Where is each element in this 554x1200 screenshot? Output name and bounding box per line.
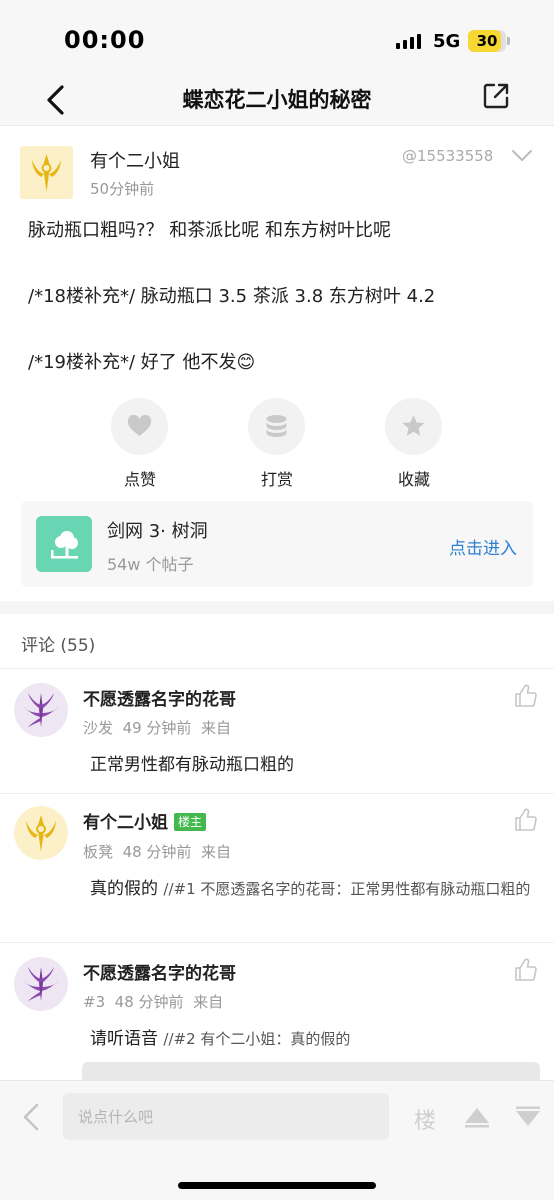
post-time: 50分钟前 [90, 180, 155, 198]
comment-meta: #3 48 分钟前 来自 [83, 991, 223, 1012]
post-text-line: /*19楼补充*/ 好了 他不发😊 [28, 352, 256, 373]
share-external-icon[interactable] [480, 80, 512, 112]
favorite-button[interactable]: 收藏 [385, 398, 443, 489]
bottom-bar: 说点什么吧 楼 [0, 1080, 554, 1200]
comments-count-title: 评论 (55) [21, 636, 96, 656]
back-chevron-icon[interactable] [18, 1101, 46, 1133]
comment-floor: #3 [83, 993, 106, 1011]
op-badge: 楼主 [174, 813, 207, 831]
comment-time: 49 分钟前 [122, 719, 192, 737]
commenter-avatar[interactable] [14, 957, 68, 1011]
section-divider [0, 601, 554, 614]
comment-meta: 沙发 49 分钟前 来自 [83, 717, 231, 738]
comment-text: 正常男性都有脉动瓶口粗的 [90, 755, 294, 775]
comment-meta: 板凳 48 分钟前 来自 [83, 841, 231, 862]
post-text-line: /*18楼补充*/ 脉动瓶口 3.5 茶派 3.8 东方树叶 4.2 [28, 286, 436, 307]
signal-icon [396, 33, 422, 49]
comment-input[interactable]: 说点什么吧 [63, 1093, 389, 1140]
comment-floor: 沙发 [83, 719, 114, 737]
chevron-down-icon[interactable] [510, 148, 534, 164]
tree-icon [36, 516, 92, 572]
commenter-name[interactable]: 不愿透露名字的花哥 [83, 959, 236, 984]
commenter-avatar[interactable] [14, 806, 68, 860]
comment-body: 真的假的 //#1 不愿透露名字的花哥：正常男性都有脉动瓶口粗的 [90, 874, 535, 904]
comment-time: 48 分钟前 [114, 993, 184, 1011]
thumbs-up-icon[interactable] [513, 957, 539, 983]
comment-text: 真的假的 [90, 879, 158, 899]
tip-label: 打赏 [260, 470, 293, 489]
like-label: 点赞 [123, 470, 156, 489]
commenter-name[interactable]: 有个二小姐 楼主 [83, 808, 207, 833]
triangle-up-icon[interactable] [462, 1105, 492, 1129]
network-label: 5G [433, 31, 461, 52]
home-indicator [178, 1182, 376, 1189]
tip-button[interactable]: 打赏 [248, 398, 306, 489]
favorite-label: 收藏 [397, 470, 430, 489]
like-button[interactable]: 点赞 [111, 398, 169, 489]
divider [0, 793, 554, 794]
comment-body: 请听语音 //#2 有个二小姐：真的假的 [90, 1024, 535, 1054]
coins-icon [266, 415, 287, 437]
status-bar: 00:00 5G 30 [0, 0, 554, 80]
commenter-avatar[interactable] [14, 683, 68, 737]
post-author-name[interactable]: 有个二小姐 [90, 147, 180, 173]
post-id: @15533558 [402, 147, 494, 165]
nav-bar: 蝶恋花二小姐的秘密 [0, 80, 554, 126]
comment-input-placeholder: 说点什么吧 [78, 1108, 154, 1126]
comment-floor: 板凳 [83, 843, 114, 861]
heart-icon [127, 414, 152, 436]
thumbs-up-icon[interactable] [513, 807, 539, 833]
divider [0, 668, 554, 669]
thumbs-up-icon[interactable] [513, 683, 539, 709]
comment-source: 来自 [200, 719, 231, 737]
author-avatar[interactable] [20, 146, 73, 199]
comment-text: 请听语音 [90, 1029, 158, 1049]
post-text-line: 脉动瓶口粗吗?？ 和茶派比呢 和东方树叶比呢 [28, 220, 391, 241]
comment-time: 48 分钟前 [122, 843, 192, 861]
comment-source: 来自 [193, 993, 224, 1011]
page-title: 蝶恋花二小姐的秘密 [182, 88, 372, 112]
comment-quote[interactable]: //#1 不愿透露名字的花哥：正常男性都有脉动瓶口粗的 [163, 880, 530, 898]
forum-name: 剑网 3· 树洞 [107, 521, 208, 542]
forum-card[interactable]: 剑网 3· 树洞 54w 个帖子 点击进入 [21, 501, 533, 587]
divider [0, 942, 554, 943]
triangle-down-icon[interactable] [513, 1105, 543, 1129]
star-icon [402, 415, 425, 436]
status-time: 00:00 [64, 26, 146, 54]
comment-source: 来自 [200, 843, 231, 861]
comment-quote[interactable]: //#2 有个二小姐：真的假的 [163, 1030, 350, 1048]
commenter-name[interactable]: 不愿透露名字的花哥 [83, 685, 236, 710]
battery-level: 30 [476, 32, 498, 50]
forum-enter-link[interactable]: 点击进入 [449, 534, 517, 559]
battery-icon: 30 [468, 30, 510, 52]
forum-post-count: 54w 个帖子 [107, 555, 194, 574]
commenter-name-text: 有个二小姐 [83, 813, 168, 833]
jump-floor-button[interactable]: 楼 [414, 1103, 436, 1135]
